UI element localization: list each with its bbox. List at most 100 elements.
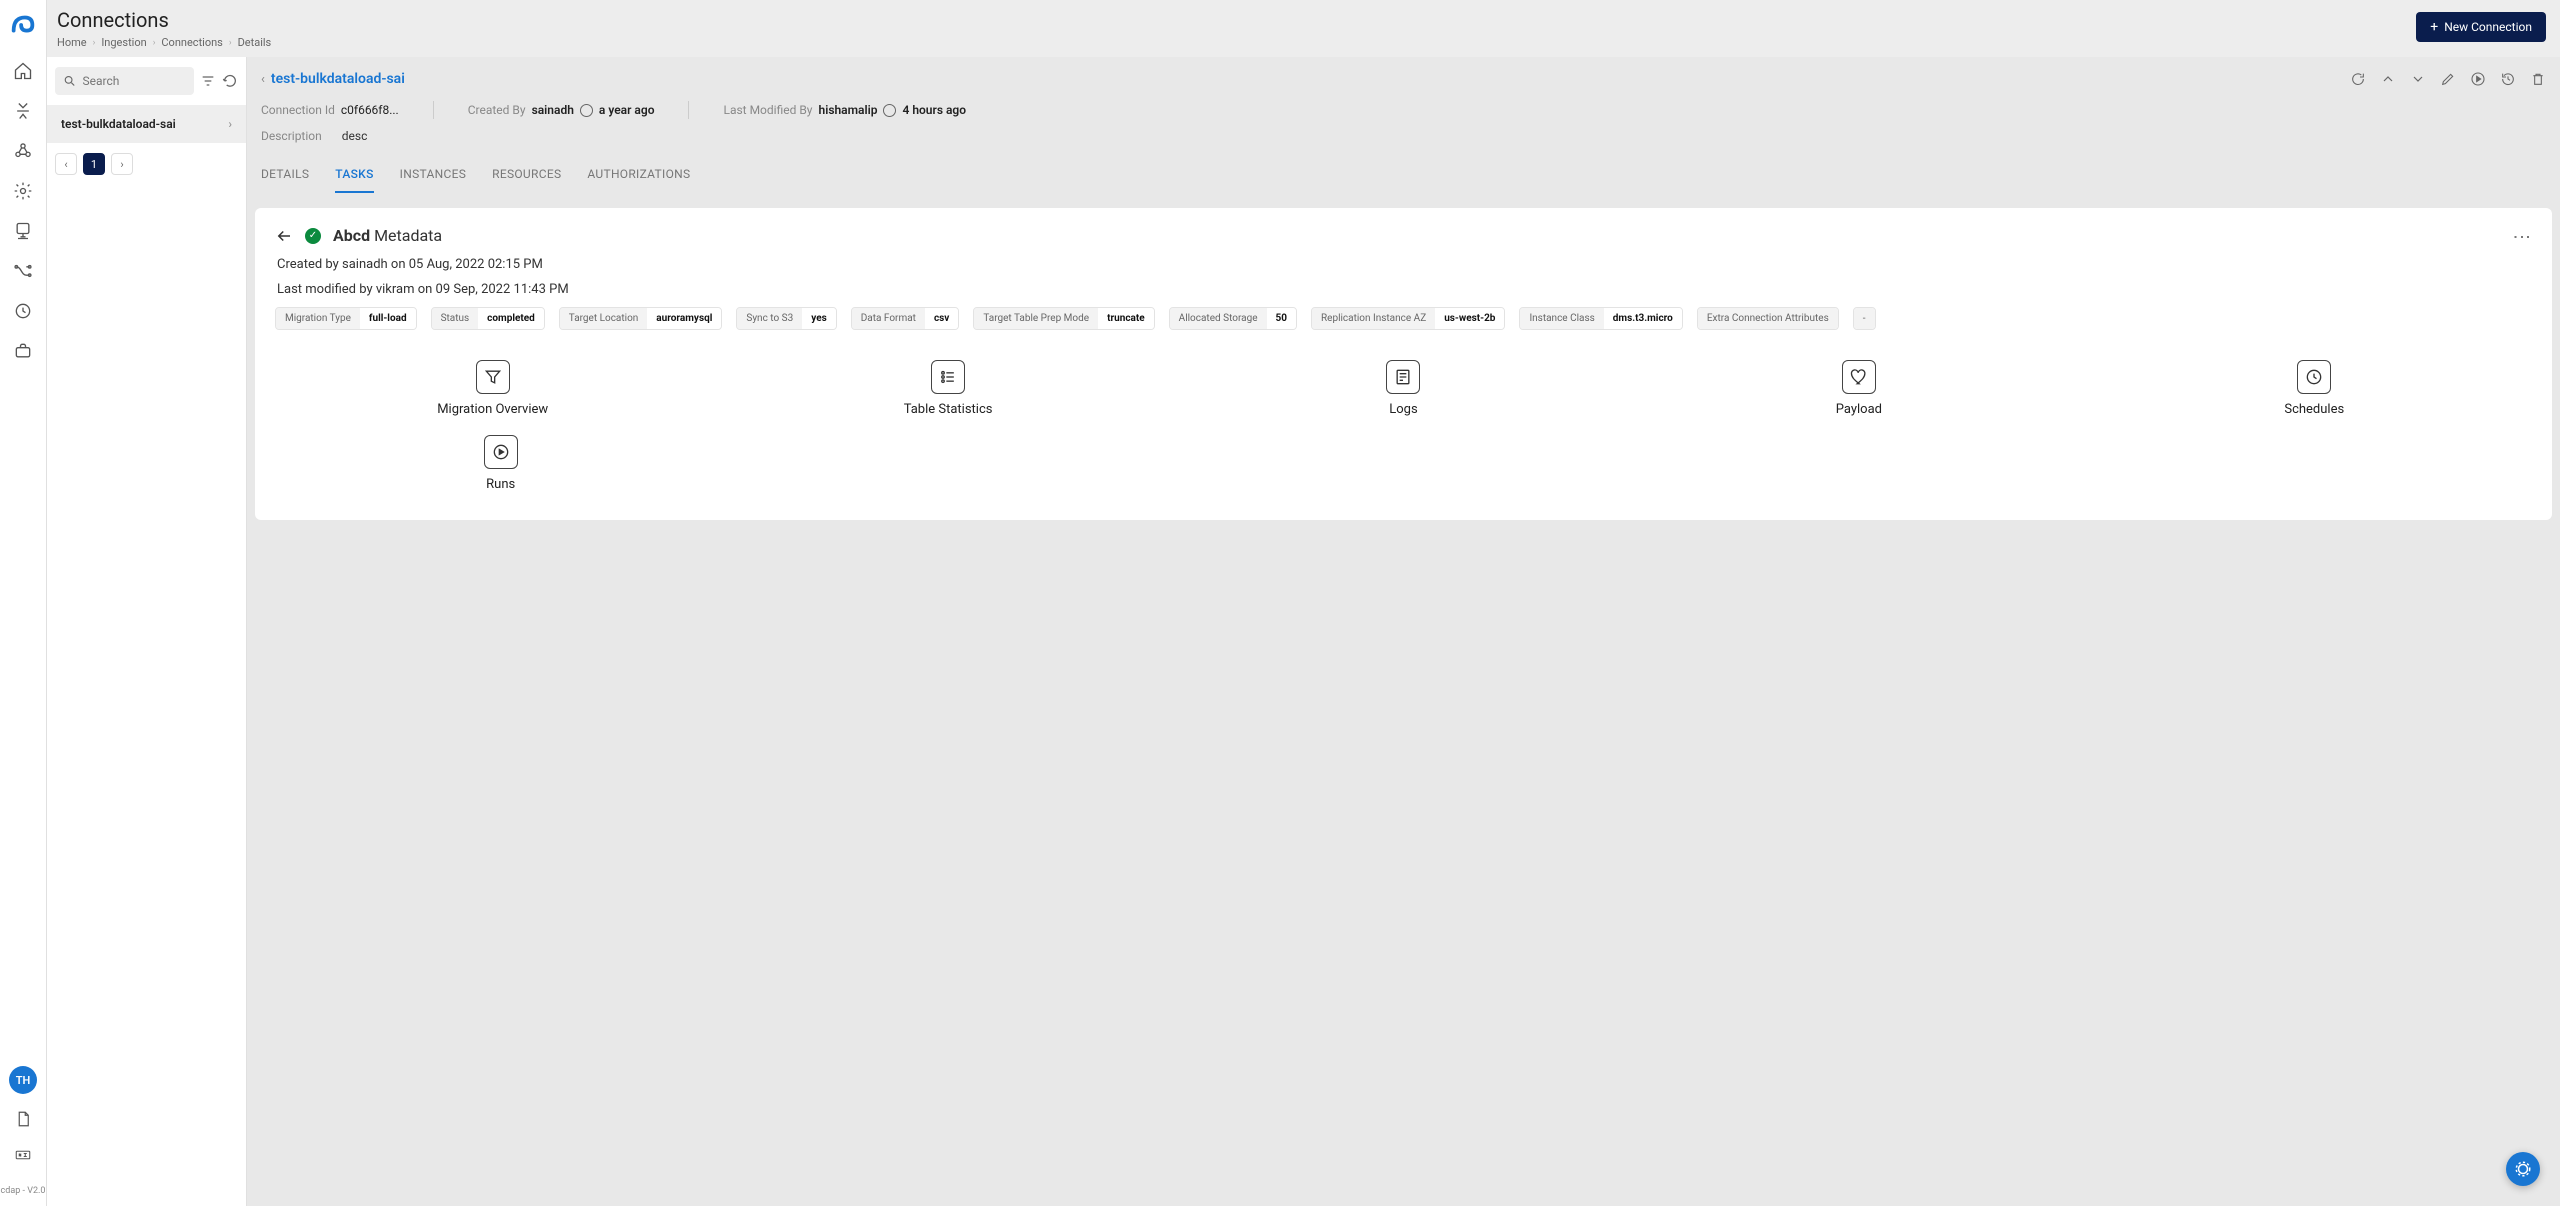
pill: Extra Connection Attributes bbox=[1697, 307, 1839, 330]
nav-rail: TH cdap - V2.0 bbox=[0, 0, 47, 1206]
tile-label: Runs bbox=[486, 477, 515, 492]
divider bbox=[433, 101, 434, 119]
paginator: ‹ 1 › bbox=[47, 143, 246, 185]
avatar[interactable]: TH bbox=[9, 1066, 37, 1094]
history-icon[interactable] bbox=[2500, 71, 2516, 87]
tile-migration-overview[interactable]: Migration Overview bbox=[275, 360, 710, 417]
pill-value: completed bbox=[478, 308, 544, 329]
pill: Data Formatcsv bbox=[851, 307, 960, 330]
pill-key: Instance Class bbox=[1520, 308, 1603, 329]
pill-value: us-west-2b bbox=[1435, 308, 1504, 329]
breadcrumb: Home › Ingestion › Connections › Details bbox=[57, 36, 271, 49]
tile-label: Schedules bbox=[2284, 402, 2344, 417]
refresh-icon[interactable] bbox=[222, 73, 238, 89]
pills-row: Migration Typefull-loadStatuscompletedTa… bbox=[275, 307, 2532, 330]
task-name: Abcd Metadata bbox=[333, 226, 442, 245]
play-circle-icon bbox=[484, 435, 518, 469]
logs-icon bbox=[1386, 360, 1420, 394]
tile-table-statistics[interactable]: Table Statistics bbox=[730, 360, 1165, 417]
tile-payload[interactable]: Payload bbox=[1641, 360, 2076, 417]
breadcrumb-item[interactable]: Ingestion bbox=[101, 36, 146, 49]
pill-key: Target Location bbox=[560, 308, 648, 329]
tabs: DETAILS TASKS INSTANCES RESOURCES AUTHOR… bbox=[247, 157, 2560, 194]
connection-id-label: Connection Id bbox=[261, 103, 335, 117]
connection-name[interactable]: test-bulkdataload-sai bbox=[271, 71, 405, 87]
home-icon[interactable] bbox=[12, 60, 34, 82]
connection-id-value: c0f666f8... bbox=[341, 103, 399, 117]
refresh-icon[interactable] bbox=[2350, 71, 2366, 87]
next-page-button[interactable]: › bbox=[111, 153, 133, 175]
search-input-wrapper[interactable] bbox=[55, 67, 194, 95]
tab-instances[interactable]: INSTANCES bbox=[400, 157, 467, 193]
tile-schedules[interactable]: Schedules bbox=[2097, 360, 2532, 417]
task-card: ✓ Abcd Metadata ⋮ Created by sainadh on … bbox=[255, 208, 2552, 520]
pill-key: Data Format bbox=[852, 308, 925, 329]
cluster-icon[interactable] bbox=[12, 140, 34, 162]
version-label: cdap - V2.0 bbox=[1, 1186, 46, 1196]
modified-line: Last modified by vikram on 09 Sep, 2022 … bbox=[277, 282, 2532, 297]
breadcrumb-item[interactable]: Connections bbox=[161, 36, 222, 49]
run-icon[interactable] bbox=[2470, 71, 2486, 87]
heart-icon bbox=[1842, 360, 1876, 394]
edit-icon[interactable] bbox=[2440, 71, 2456, 87]
new-connection-button[interactable]: + New Connection bbox=[2416, 12, 2546, 42]
breadcrumb-item[interactable]: Home bbox=[57, 36, 87, 49]
page-title: Connections bbox=[57, 8, 271, 32]
sidebar: test-bulkdataload-sai › ‹ 1 › bbox=[47, 57, 247, 1206]
page-number-button[interactable]: 1 bbox=[83, 153, 105, 175]
pill: Allocated Storage50 bbox=[1169, 307, 1297, 330]
pill-key: Status bbox=[432, 308, 479, 329]
clock-icon bbox=[883, 104, 896, 117]
pill-value: yes bbox=[802, 308, 836, 329]
trash-icon[interactable] bbox=[2530, 71, 2546, 87]
modified-by-time: 4 hours ago bbox=[902, 103, 966, 117]
flow-icon[interactable] bbox=[12, 260, 34, 282]
tab-resources[interactable]: RESOURCES bbox=[492, 157, 561, 193]
briefcase-icon[interactable] bbox=[12, 340, 34, 362]
app-logo[interactable] bbox=[8, 10, 38, 40]
server-icon[interactable] bbox=[12, 220, 34, 242]
pill-value: csv bbox=[925, 308, 958, 329]
created-by-label: Created By bbox=[468, 103, 526, 117]
locale-icon[interactable] bbox=[12, 1144, 34, 1166]
search-input[interactable] bbox=[82, 74, 186, 88]
tab-authorizations[interactable]: AUTHORIZATIONS bbox=[587, 157, 690, 193]
tile-runs[interactable]: Runs bbox=[275, 435, 726, 492]
chevron-right-icon: › bbox=[93, 38, 96, 48]
prev-page-button[interactable]: ‹ bbox=[55, 153, 77, 175]
status-success-icon: ✓ bbox=[305, 228, 321, 244]
new-connection-label: New Connection bbox=[2444, 20, 2532, 34]
modified-by-value: hishamalip bbox=[819, 103, 878, 117]
chevron-down-icon[interactable] bbox=[2410, 71, 2426, 87]
chevron-up-icon[interactable] bbox=[2380, 71, 2396, 87]
sidebar-item-connection[interactable]: test-bulkdataload-sai › bbox=[47, 105, 246, 143]
tile-label: Logs bbox=[1389, 402, 1417, 417]
pill-value: auroramysql bbox=[647, 308, 721, 329]
document-icon[interactable] bbox=[12, 1108, 34, 1130]
sidebar-item-label: test-bulkdataload-sai bbox=[61, 117, 176, 131]
clock-icon bbox=[2297, 360, 2331, 394]
divider bbox=[688, 101, 689, 119]
pill: Target Locationauroramysql bbox=[559, 307, 723, 330]
tile-label: Table Statistics bbox=[904, 402, 993, 417]
pill: Sync to S3yes bbox=[736, 307, 836, 330]
back-arrow-icon[interactable] bbox=[275, 227, 293, 245]
tile-logs[interactable]: Logs bbox=[1186, 360, 1621, 417]
filter-icon[interactable] bbox=[200, 73, 216, 89]
gear-icon[interactable] bbox=[12, 180, 34, 202]
pill-value: 50 bbox=[1267, 308, 1296, 329]
clock-icon[interactable] bbox=[12, 300, 34, 322]
topbar: Connections Home › Ingestion › Connectio… bbox=[47, 0, 2560, 57]
chevron-right-icon: › bbox=[228, 117, 232, 131]
kebab-menu-icon[interactable]: ⋮ bbox=[2511, 228, 2532, 244]
tab-details[interactable]: DETAILS bbox=[261, 157, 309, 193]
connections-icon[interactable] bbox=[12, 100, 34, 122]
chevron-right-icon: › bbox=[153, 38, 156, 48]
back-chevron-icon[interactable]: ‹ bbox=[261, 72, 265, 87]
pill-value: dms.t3.micro bbox=[1604, 308, 1682, 329]
tab-tasks[interactable]: TASKS bbox=[335, 157, 373, 193]
description-value: desc bbox=[342, 129, 368, 143]
breadcrumb-item: Details bbox=[238, 36, 272, 49]
help-fab[interactable] bbox=[2506, 1152, 2540, 1186]
tiles-row-2: Runs bbox=[275, 435, 2532, 492]
